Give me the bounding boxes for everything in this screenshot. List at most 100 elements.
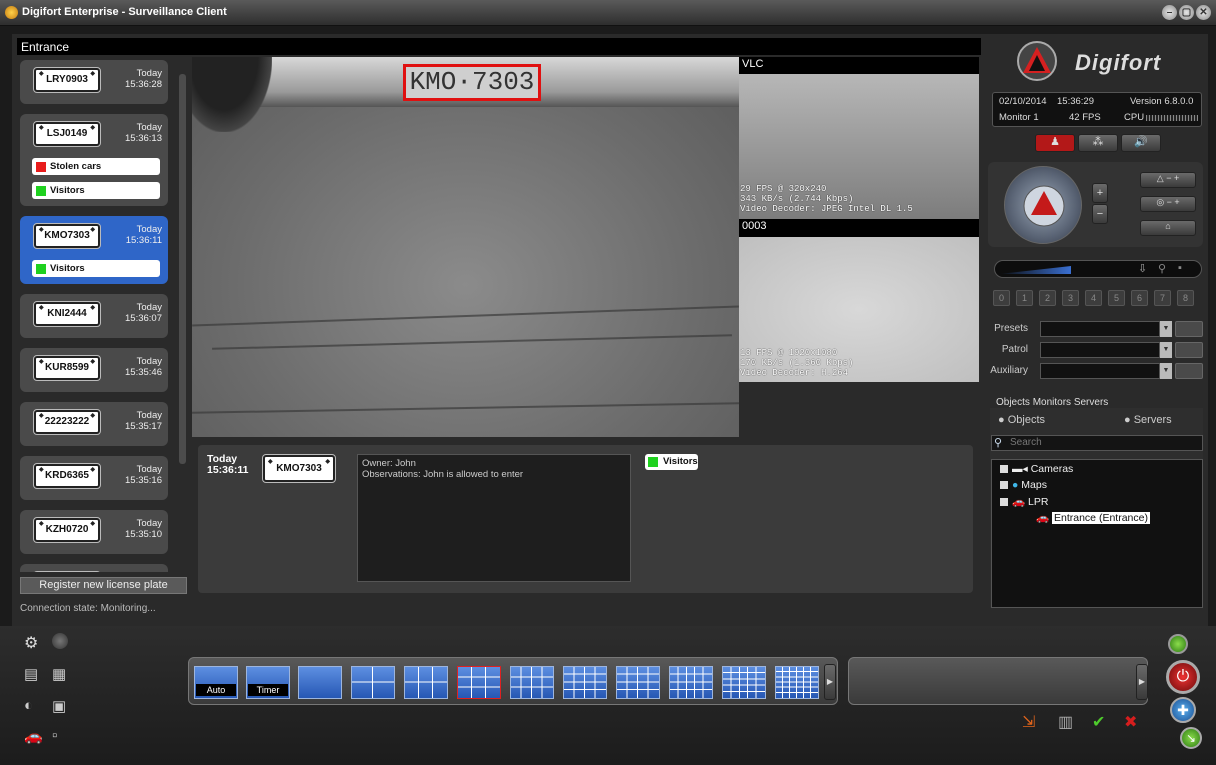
plate-list-item[interactable]: KRD6365 Today15:35:16 xyxy=(20,456,168,500)
ptz-audio-button[interactable]: 🔊 xyxy=(1121,134,1161,152)
preset-number-button[interactable]: 2 xyxy=(1039,290,1056,306)
objects-search-input[interactable]: Search xyxy=(991,435,1203,451)
preset-number-button[interactable]: 0 xyxy=(993,290,1010,306)
layouts-next-arrow[interactable]: ▶ xyxy=(824,664,836,700)
layout-grid-button[interactable] xyxy=(510,666,554,699)
plate-tag: Stolen cars xyxy=(32,158,160,175)
layout-grid-button[interactable] xyxy=(457,666,501,699)
auxiliary-select[interactable] xyxy=(1040,363,1160,379)
preset-number-button[interactable]: 8 xyxy=(1177,290,1194,306)
layout-grid-button[interactable] xyxy=(404,666,448,699)
tree-entrance-label: Entrance (Entrance) xyxy=(1052,512,1150,524)
preset-number-button[interactable]: 3 xyxy=(1062,290,1079,306)
close-button[interactable]: ✕ xyxy=(1196,5,1211,20)
preset-number-button[interactable]: 1 xyxy=(1016,290,1033,306)
layout-auto-button[interactable]: Auto xyxy=(194,666,238,699)
tree-node-maps[interactable]: ● Maps xyxy=(1000,479,1047,491)
plate-list-item[interactable]: Today xyxy=(20,564,168,572)
focus-control[interactable]: △ − + xyxy=(1140,172,1196,188)
layout-grid-button[interactable] xyxy=(563,666,607,699)
scrollbar-thumb[interactable] xyxy=(179,74,186,464)
layout-timer-button[interactable]: Timer xyxy=(246,666,290,699)
layout-grid-button[interactable] xyxy=(669,666,713,699)
check-icon[interactable]: ✔ xyxy=(1092,712,1105,732)
patrol-dropdown-arrow[interactable]: ▼ xyxy=(1160,342,1172,358)
layout-grid-button[interactable] xyxy=(351,666,395,699)
preset-number-button[interactable]: 7 xyxy=(1154,290,1171,306)
patrol-buttons[interactable] xyxy=(1175,342,1203,358)
layout-grid-button[interactable] xyxy=(616,666,660,699)
radio-servers[interactable]: ● Servers xyxy=(1124,414,1172,426)
exit-icon[interactable]: ↘ xyxy=(1180,727,1202,749)
layout-grid-button[interactable] xyxy=(298,666,342,699)
tab-objects[interactable]: Objects xyxy=(996,397,1030,408)
grid-icon[interactable]: ▦ xyxy=(52,665,66,683)
film-icon[interactable]: ▤ xyxy=(24,665,38,683)
tab-servers[interactable]: Servers xyxy=(1074,397,1108,408)
collapse-icon[interactable] xyxy=(1000,498,1008,507)
layout-grid-button[interactable] xyxy=(775,666,819,699)
main-camera-view[interactable]: KMO·7303 xyxy=(192,57,739,437)
tab-monitors[interactable]: Monitors xyxy=(1033,397,1071,408)
trash-icon[interactable]: ▥ xyxy=(1058,712,1073,732)
ptz-person-button[interactable]: ♟ xyxy=(1035,134,1075,152)
preset-number-button[interactable]: 6 xyxy=(1131,290,1148,306)
auxiliary-buttons[interactable] xyxy=(1175,363,1203,379)
plate-list-item[interactable]: KZH0720 Today15:35:10 xyxy=(20,510,168,554)
plate-list-item[interactable]: 22223222 Today15:35:17 xyxy=(20,402,168,446)
document-icon[interactable]: ▣ xyxy=(52,697,66,715)
ptz-group-button[interactable]: ⁂ xyxy=(1078,134,1118,152)
preset-number-button[interactable]: 4 xyxy=(1085,290,1102,306)
observations-box[interactable]: Owner: John Observations: John is allowe… xyxy=(357,454,631,582)
delete-icon[interactable]: ✖ xyxy=(1124,712,1137,732)
plate-list-item[interactable]: KUR8599 Today15:35:46 xyxy=(20,348,168,392)
id-card-icon[interactable]: ▫ xyxy=(52,727,57,744)
zoom-in-button[interactable]: + xyxy=(1092,183,1108,203)
settings-gear-icon[interactable]: ⚙ xyxy=(24,633,38,653)
iris-control[interactable]: ◎ − + xyxy=(1140,196,1196,212)
plate-list-item[interactable]: KNI2444 Today15:36:07 xyxy=(20,294,168,338)
camera-control-icon[interactable]: ◐ xyxy=(24,697,33,714)
camera-vlc-decoder: Video Decoder: JPEG Intel DL 1.5 xyxy=(740,204,913,214)
camera-0003-image[interactable]: 13 FPS @ 1920x1080 170 KB/s (1.360 Kbps)… xyxy=(739,237,979,382)
download-icon[interactable]: ⇩ xyxy=(1138,262,1147,275)
plate-list-item[interactable]: LRY0903 Today15:36:28 xyxy=(20,60,168,104)
layout-auto-label: Auto xyxy=(196,684,236,696)
patrol-select[interactable] xyxy=(1040,342,1160,358)
plate-list-item[interactable]: LSJ0149 Today15:36:13 Stolen cars Visitors xyxy=(20,114,168,206)
zoom-slider[interactable]: ⇩ ⚲ ▪ xyxy=(994,260,1202,278)
auxiliary-dropdown-arrow[interactable]: ▼ xyxy=(1160,363,1172,379)
strip-next-arrow[interactable]: ▶ xyxy=(1136,664,1148,700)
presets-buttons[interactable] xyxy=(1175,321,1203,337)
presets-select[interactable] xyxy=(1040,321,1160,337)
magnifier-icon[interactable]: ⚲ xyxy=(1158,262,1166,275)
car-bottom-icon[interactable]: 🚗 xyxy=(24,727,43,745)
home-button[interactable]: ⌂ xyxy=(1140,220,1196,236)
layout-grid-button[interactable] xyxy=(722,666,766,699)
navigate-icon[interactable]: ✚ xyxy=(1170,697,1196,723)
tree-node-entrance[interactable]: 🚗 Entrance (Entrance) xyxy=(1036,511,1150,524)
plate-list-item[interactable]: KMO7303 Today15:36:11 Visitors xyxy=(20,216,168,284)
presets-dropdown-arrow[interactable]: ▼ xyxy=(1160,321,1172,337)
camera-0003-header[interactable]: 0003 xyxy=(739,219,979,237)
export-icon[interactable]: ⇲ xyxy=(1022,712,1035,732)
expand-icon[interactable] xyxy=(1000,481,1008,490)
refresh-icon[interactable] xyxy=(1168,634,1188,654)
minimize-button[interactable]: – xyxy=(1162,5,1177,20)
detail-tag-visitors: Visitors xyxy=(645,454,698,470)
register-plate-button[interactable]: Register new license plate xyxy=(20,577,187,594)
expand-icon[interactable] xyxy=(1000,465,1008,474)
window-title: Digifort Enterprise - Surveillance Clien… xyxy=(22,6,227,18)
tree-node-cameras[interactable]: ▬◂ Cameras xyxy=(1000,463,1073,475)
plate-list: LRY0903Today15:36:28 LSJ0149Today15:36:13… xyxy=(20,57,190,572)
maximize-button[interactable]: ▢ xyxy=(1179,5,1194,20)
radio-objects[interactable]: ● Objects xyxy=(998,414,1045,426)
tree-node-lpr[interactable]: 🚗 LPR xyxy=(1000,495,1048,508)
preset-number-button[interactable]: 5 xyxy=(1108,290,1125,306)
lock-icon[interactable]: ▪ xyxy=(1178,262,1182,274)
tree-maps-label: Maps xyxy=(1021,479,1047,491)
zoom-out-button[interactable]: − xyxy=(1092,204,1108,224)
ptz-joystick[interactable] xyxy=(1004,166,1082,244)
power-icon[interactable]: ⏻ xyxy=(1166,660,1200,694)
circle-button-icon[interactable] xyxy=(52,633,68,649)
